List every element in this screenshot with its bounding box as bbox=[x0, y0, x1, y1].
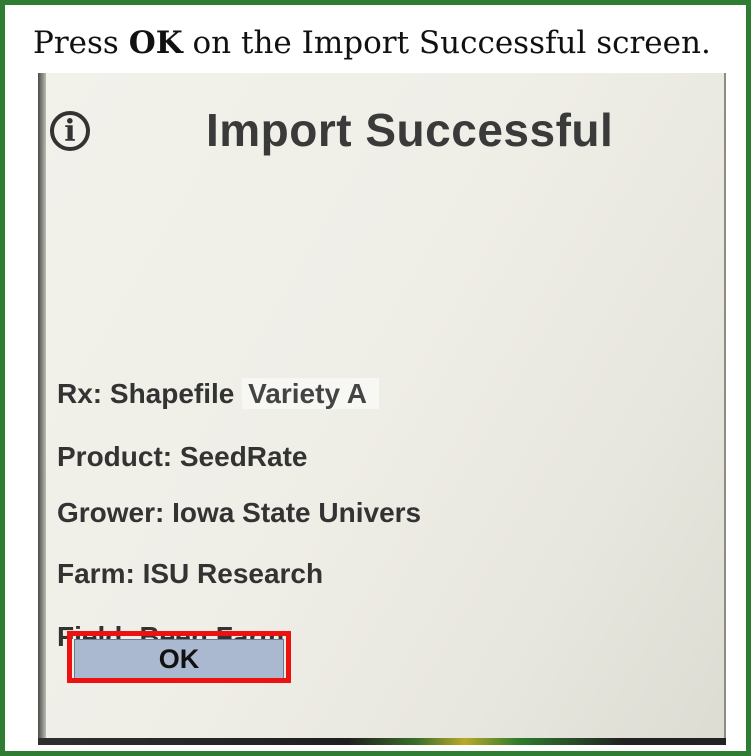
device-screen-photo: i Import Successful Rx: Shapefile Variet… bbox=[38, 73, 726, 745]
product-line: Product: SeedRate bbox=[57, 441, 308, 472]
farm-line: Farm: ISU Research bbox=[57, 558, 324, 589]
rx-value: Variety A bbox=[242, 378, 379, 409]
instruction-emphasis: OK bbox=[128, 25, 183, 61]
info-icon: i bbox=[50, 111, 90, 151]
rx-label: Rx: Shapefile bbox=[57, 378, 235, 409]
instruction-suffix: on the Import Successful screen. bbox=[182, 25, 711, 61]
import-dialog: i Import Successful Rx: Shapefile Variet… bbox=[38, 73, 726, 740]
rx-line: Rx: Shapefile Variety A bbox=[57, 378, 379, 410]
screen-bezel bbox=[38, 73, 46, 738]
grower-line: Grower: Iowa State Univers bbox=[57, 497, 422, 528]
instruction-prefix: Press bbox=[33, 25, 129, 61]
ok-button[interactable]: OK bbox=[74, 639, 284, 679]
dialog-title: Import Successful bbox=[206, 104, 614, 156]
frame: Press OK on the Import Successful screen… bbox=[0, 0, 751, 756]
instruction-text: Press OK on the Import Successful screen… bbox=[33, 25, 711, 61]
background-strip bbox=[38, 738, 726, 745]
